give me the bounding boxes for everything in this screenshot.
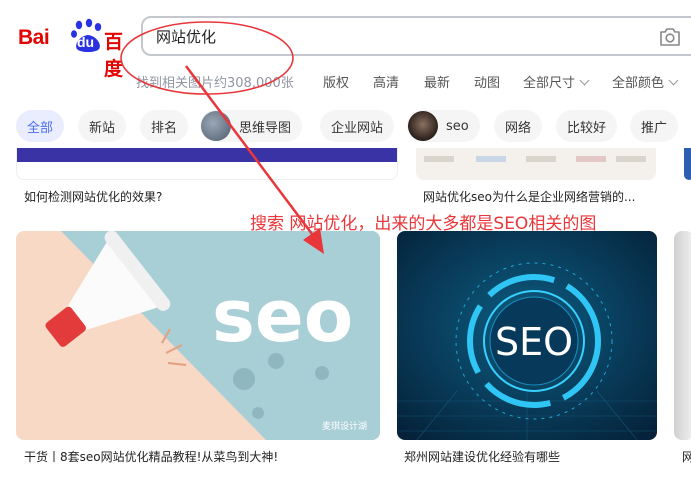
image-card[interactable] (16, 148, 398, 180)
tag-network[interactable]: 网络 (494, 110, 543, 142)
filter-hd[interactable]: 高清 (373, 72, 399, 91)
logo-text-bai: Bai (18, 26, 50, 49)
card-caption[interactable]: 郑州网站建设优化经验有哪些 (404, 448, 664, 465)
tag-label: 思维导图 (239, 120, 292, 136)
card-caption[interactable]: 网 (682, 448, 691, 465)
logo-text-chinese: 百度 (104, 31, 123, 80)
card-image: SEO (397, 231, 657, 440)
annotation-text: 搜索 网站优化，出来的大多都是SEO相关的图 (250, 214, 597, 234)
tag-new-site[interactable]: 新站 (78, 110, 127, 142)
search-input[interactable]: 网站优化 (156, 26, 216, 47)
filter-latest[interactable]: 最新 (424, 72, 450, 91)
tag-seo[interactable]: seo (407, 110, 480, 142)
filter-copyright[interactable]: 版权 (323, 72, 349, 91)
tag-all[interactable]: 全部 (16, 110, 65, 142)
image-card[interactable] (674, 231, 691, 440)
image-card[interactable]: SEO (397, 231, 657, 440)
tag-thumbnail (408, 111, 438, 141)
watermark-text: 麦琪设计湖 (322, 420, 367, 432)
filter-color[interactable]: 全部颜色 (612, 72, 679, 91)
image-card[interactable] (684, 148, 691, 180)
filter-size[interactable]: 全部尺寸 (523, 72, 590, 91)
tag-enterprise-site[interactable]: 企业网站 (320, 110, 395, 142)
image-card[interactable]: seo 麦琪设计湖 (16, 231, 380, 440)
card-caption[interactable]: 干货丨8套seo网站优化精品教程!从菜鸟到大神! (24, 448, 384, 465)
chevron-down-icon (579, 75, 590, 86)
result-count: 找到相关图片约308,000张 (136, 76, 294, 91)
chevron-down-icon (668, 75, 679, 86)
filter-animated[interactable]: 动图 (474, 72, 500, 91)
baidu-logo[interactable]: Bai du 百度 (18, 18, 130, 80)
tag-thumbnail (201, 111, 231, 141)
card-caption[interactable]: 网站优化seo为什么是企业网络营销的... (423, 188, 658, 205)
logo-text-du: du (77, 34, 95, 50)
search-box[interactable]: 网站优化 (141, 16, 691, 56)
card-image (674, 231, 691, 440)
seo-image-text: SEO (495, 320, 573, 364)
seo-image-text: seo (212, 274, 353, 358)
filter-color-label: 全部颜色 (612, 76, 665, 91)
tag-better[interactable]: 比较好 (556, 110, 618, 142)
tag-promotion[interactable]: 推广 (630, 110, 679, 142)
tag-ranking[interactable]: 排名 (140, 110, 189, 142)
tag-mind-map[interactable]: 思维导图 (200, 110, 303, 142)
image-card[interactable] (416, 148, 656, 180)
filter-size-label: 全部尺寸 (523, 76, 576, 91)
card-image: seo 麦琪设计湖 (16, 231, 380, 440)
card-caption[interactable]: 如何检测网站优化的效果? (24, 188, 394, 205)
card-image (17, 148, 397, 162)
card-image (416, 148, 656, 180)
tag-label: seo (446, 118, 469, 134)
camera-icon[interactable] (659, 27, 681, 47)
